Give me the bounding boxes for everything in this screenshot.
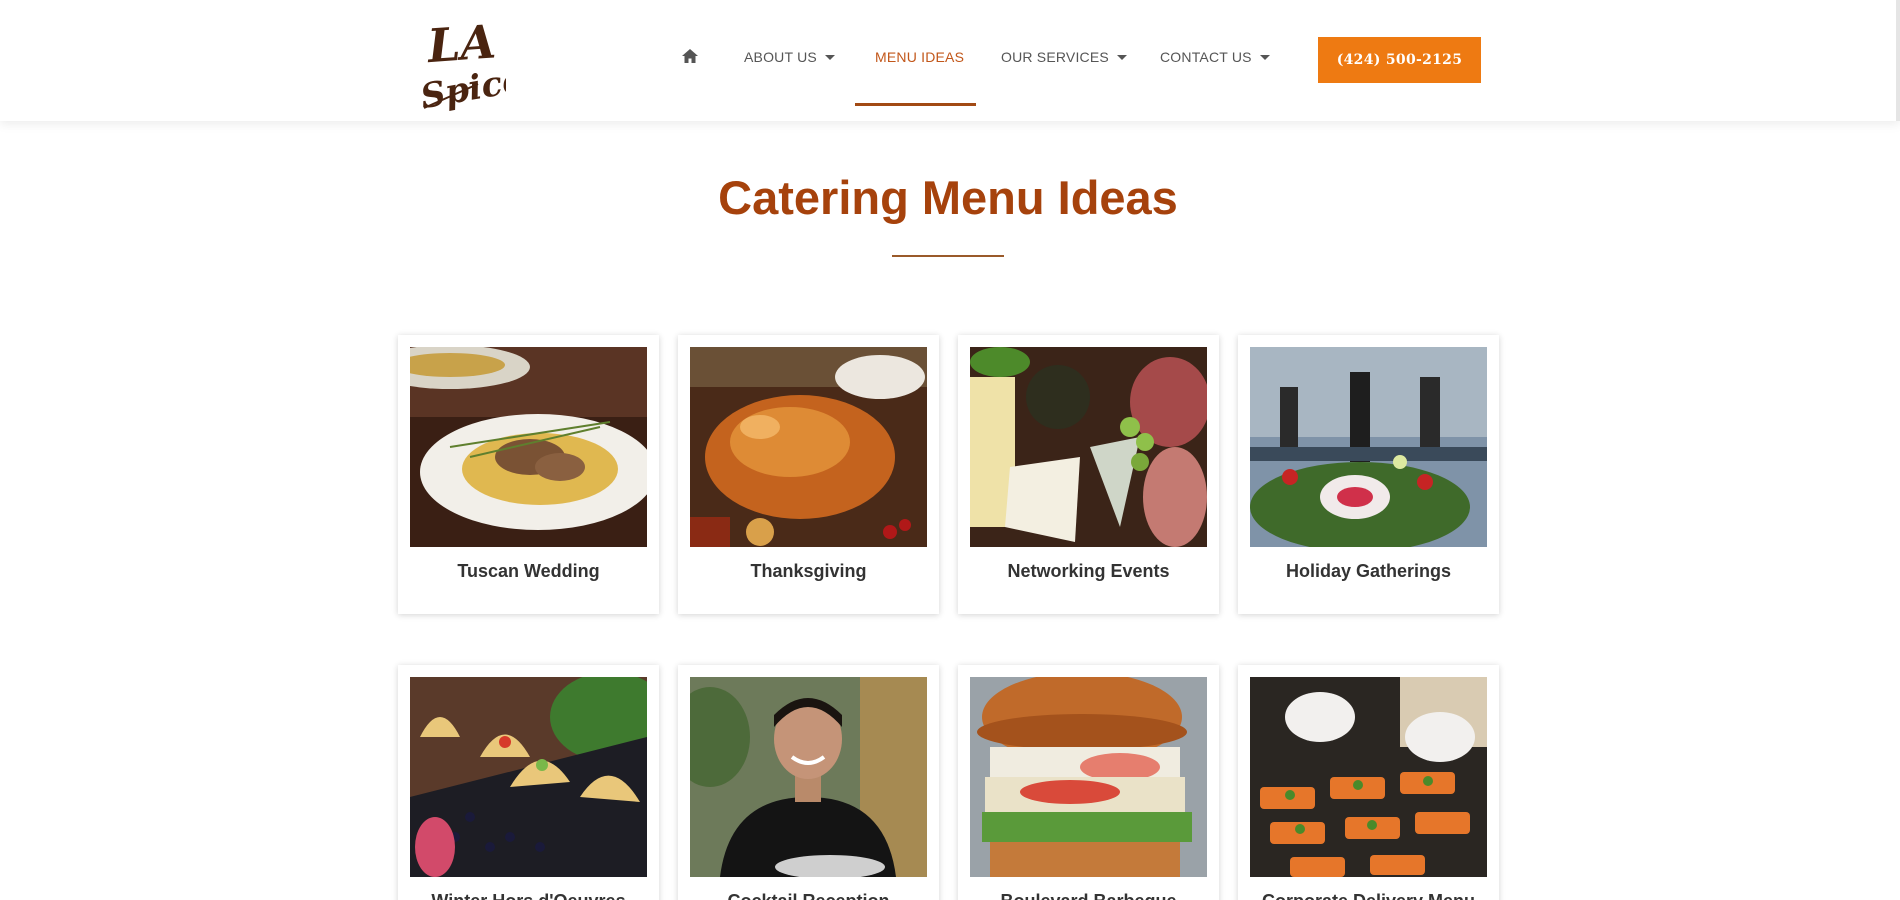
page-title: Catering Menu Ideas (718, 171, 1178, 224)
nav-about-us-label: ABOUT US (744, 49, 817, 65)
phone-call-button[interactable]: (424) 500-2125 (1318, 37, 1481, 83)
nav-about-us[interactable]: ABOUT US (744, 49, 835, 69)
card-winter-hors-doeuvres[interactable]: Winter Hors d'Oeuvres (398, 665, 659, 900)
card-label: Thanksgiving (750, 561, 867, 581)
scrollbar[interactable] (1896, 0, 1900, 121)
nav-our-services-label: OUR SERVICES (1001, 49, 1109, 65)
card-label: Boulevard Barbeque (958, 891, 1219, 900)
nav-contact-us-label: CONTACT US (1160, 49, 1252, 65)
tacos-tray-photo (410, 677, 647, 877)
card-holiday-gatherings[interactable]: Holiday Gatherings (1238, 335, 1499, 614)
title-divider (892, 255, 1004, 257)
la-spice-logo[interactable]: LA Spice (418, 8, 527, 117)
card-thanksgiving[interactable]: Thanksgiving (678, 335, 939, 614)
card-tuscan-wedding[interactable]: Tuscan Wedding (398, 335, 659, 614)
chevron-down-icon (1259, 55, 1270, 60)
nav-menu-ideas-label: MENU IDEAS (875, 49, 965, 65)
card-networking-events[interactable]: Networking Events (958, 335, 1219, 614)
card-label: Holiday Gatherings (1285, 561, 1452, 581)
card-boulevard-barbeque[interactable]: Boulevard Barbeque (958, 665, 1219, 900)
card-label: Winter Hors d'Oeuvres (398, 891, 659, 900)
chevron-down-icon (824, 55, 835, 60)
card-label: Cocktail Reception (678, 891, 939, 900)
plate-of-pasta-photo (410, 347, 647, 547)
home-icon[interactable] (681, 48, 701, 68)
charcuterie-board-photo (970, 347, 1207, 547)
card-label: Networking Events (1007, 561, 1170, 581)
site-header: LA Spice ABOUT US MENU IDEAS OUR SERVICE… (0, 0, 1900, 121)
card-cocktail-reception[interactable]: Cocktail Reception (678, 665, 939, 900)
nav-menu-ideas[interactable]: MENU IDEAS (875, 49, 964, 69)
card-label: Corporate Delivery Menu (1238, 891, 1499, 900)
roast-turkey-photo (690, 347, 927, 547)
chevron-down-icon (1116, 55, 1127, 60)
nav-our-services[interactable]: OUR SERVICES (1001, 49, 1127, 69)
nav-contact-us[interactable]: CONTACT US (1160, 49, 1270, 69)
burger-photo (970, 677, 1207, 877)
band-and-flowers-photo (1250, 347, 1487, 547)
card-corporate-delivery-menu[interactable]: Corporate Delivery Menu (1238, 665, 1499, 900)
svg-text:LA: LA (424, 14, 498, 73)
active-nav-indicator (855, 103, 976, 106)
card-label: Tuscan Wedding (457, 561, 600, 581)
chef-plating-photo (1250, 677, 1487, 877)
server-smiling-photo (690, 677, 927, 877)
